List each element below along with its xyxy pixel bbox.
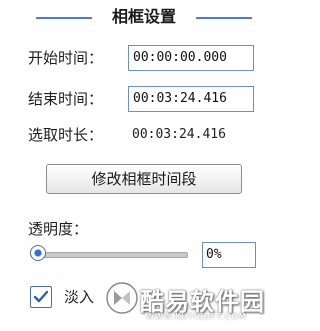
start-time-label: 开始时间： <box>28 49 104 67</box>
header-divider-left <box>36 17 92 19</box>
modify-frame-time-button[interactable]: 修改相框时间段 <box>46 164 242 194</box>
section-header: 相框设置 <box>0 6 284 28</box>
watermark-url: WWW.KUYISOFT.COM <box>146 312 247 321</box>
opacity-slider-track[interactable] <box>34 252 188 258</box>
fade-in-checkbox[interactable] <box>30 286 52 308</box>
section-title: 相框设置 <box>111 7 176 26</box>
duration-value: 00:03:24.416 <box>132 127 226 142</box>
start-time-input[interactable]: 00:00:00.000 <box>128 45 254 71</box>
duration-label: 选取时长： <box>28 126 104 144</box>
opacity-slider-handle[interactable] <box>30 245 46 261</box>
opacity-label: 透明度： <box>28 220 89 238</box>
watermark-logo-icon <box>106 282 138 314</box>
end-time-input[interactable]: 00:03:24.416 <box>128 86 254 112</box>
header-divider-right <box>196 17 252 19</box>
end-time-label: 结束时间： <box>28 90 104 108</box>
checkmark-icon <box>33 290 49 303</box>
fade-in-label: 淡入 <box>64 288 95 306</box>
opacity-input[interactable]: 0% <box>202 242 256 268</box>
